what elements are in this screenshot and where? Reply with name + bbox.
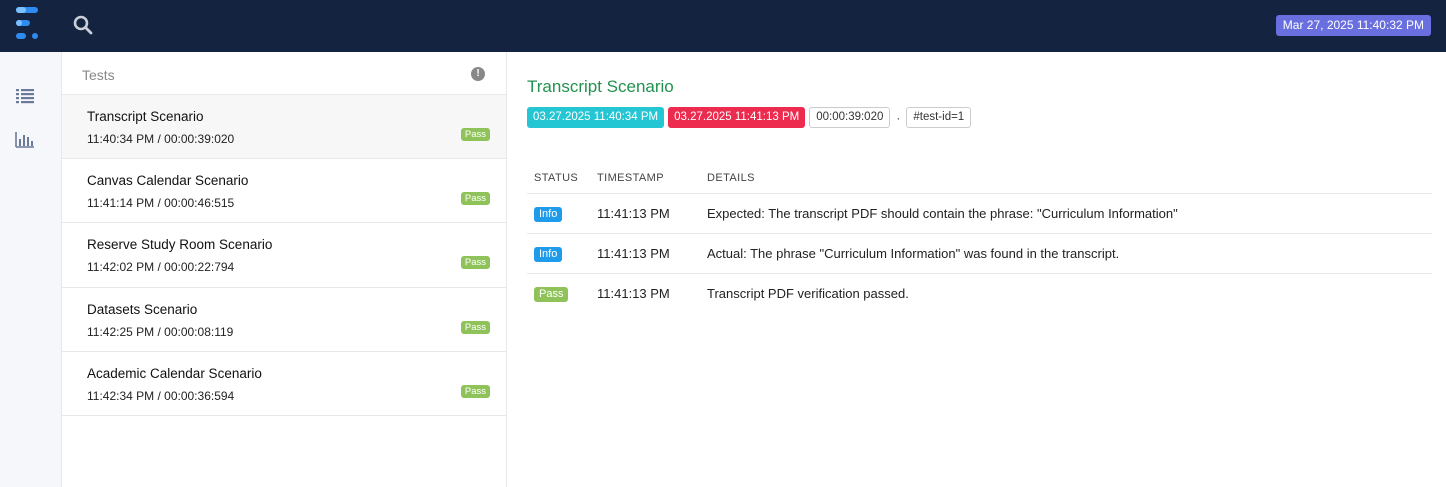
test-detail-panel: Transcript Scenario 03.27.2025 11:40:34 … <box>507 52 1446 487</box>
test-list-item[interactable]: Datasets Scenario 11:42:25 PM / 00:00:08… <box>62 288 506 352</box>
test-time-duration: 11:41:14 PM / 00:00:46:515 <box>87 196 235 211</box>
detail-title: Transcript Scenario <box>527 77 674 96</box>
log-row: Info 11:41:13 PM Expected: The transcrip… <box>527 193 1432 234</box>
test-tags: 03.27.2025 11:40:34 PM 03.27.2025 11:41:… <box>527 107 972 128</box>
search-icon[interactable] <box>72 14 94 36</box>
test-id-tag[interactable]: #test-id=1 <box>906 107 972 128</box>
status-badge: Pass <box>460 256 490 270</box>
top-bar: Mar 27, 2025 11:40:32 PM <box>0 0 1446 52</box>
test-name: Transcript Scenario <box>87 109 204 124</box>
test-time-duration: 11:42:34 PM / 00:00:36:594 <box>87 388 235 403</box>
log-row: Pass 11:41:13 PM Transcript PDF verifica… <box>527 273 1432 313</box>
test-name: Datasets Scenario <box>87 301 198 317</box>
log-details: Expected: The transcript PDF should cont… <box>707 193 1432 234</box>
test-list-item[interactable]: Transcript Scenario 11:40:34 PM / 00:00:… <box>62 95 506 160</box>
log-table-header-row: STATUS TIMESTAMP DETAILS <box>527 164 1432 194</box>
app-logo-icon[interactable] <box>14 6 42 42</box>
test-list-title: Tests <box>82 67 115 83</box>
test-list-item[interactable]: Canvas Calendar Scenario 11:41:14 PM / 0… <box>62 159 506 224</box>
duration-tag: 00:00:39:020 <box>809 107 891 128</box>
current-datetime-badge: Mar 27, 2025 11:40:32 PM <box>1275 15 1431 36</box>
end-time-tag: 03.27.2025 11:41:13 PM <box>668 107 806 128</box>
test-list-header: Tests ! <box>62 52 506 95</box>
log-timestamp: 11:41:13 PM <box>597 233 707 274</box>
log-status-badge: Pass <box>534 286 569 302</box>
log-status-badge: Info <box>534 246 563 262</box>
column-header-details: DETAILS <box>707 164 1432 194</box>
list-icon[interactable] <box>15 87 35 105</box>
test-name: Reserve Study Room Scenario <box>87 237 273 253</box>
test-list-item[interactable]: Academic Calendar Scenario 11:42:34 PM /… <box>62 352 506 416</box>
column-header-status: STATUS <box>527 164 597 194</box>
column-header-timestamp: TIMESTAMP <box>597 164 707 194</box>
test-time-duration: 11:42:02 PM / 00:00:22:794 <box>87 260 235 275</box>
separator-dot: · <box>896 110 901 125</box>
status-badge: Pass <box>460 384 490 398</box>
test-time-duration: 11:42:25 PM / 00:00:08:119 <box>87 324 234 339</box>
log-details: Actual: The phrase "Curriculum Informati… <box>707 233 1432 274</box>
log-row: Info 11:41:13 PM Actual: The phrase "Cur… <box>527 233 1432 274</box>
test-list-panel: Tests ! Transcript Scenario 11:40:34 PM … <box>62 52 507 487</box>
status-badge: Pass <box>460 192 490 206</box>
alert-icon[interactable]: ! <box>471 67 485 81</box>
test-name: Academic Calendar Scenario <box>87 365 262 381</box>
status-badge: Pass <box>460 320 490 334</box>
nav-rail <box>0 52 62 487</box>
log-timestamp: 11:41:13 PM <box>597 285 670 301</box>
status-badge: Pass <box>460 128 490 141</box>
start-time-tag: 03.27.2025 11:40:34 PM <box>527 107 665 128</box>
test-name: Canvas Calendar Scenario <box>87 173 249 189</box>
test-time-duration: 11:40:34 PM / 00:00:39:020 <box>87 132 235 146</box>
log-details: Transcript PDF verification passed. <box>707 285 909 301</box>
test-list-item[interactable]: Reserve Study Room Scenario 11:42:02 PM … <box>62 223 506 288</box>
bar-chart-icon[interactable] <box>15 131 35 149</box>
log-status-badge: Info <box>534 206 563 222</box>
log-timestamp: 11:41:13 PM <box>597 193 707 234</box>
log-table: STATUS TIMESTAMP DETAILS Info 11:41:13 P… <box>527 164 1432 313</box>
